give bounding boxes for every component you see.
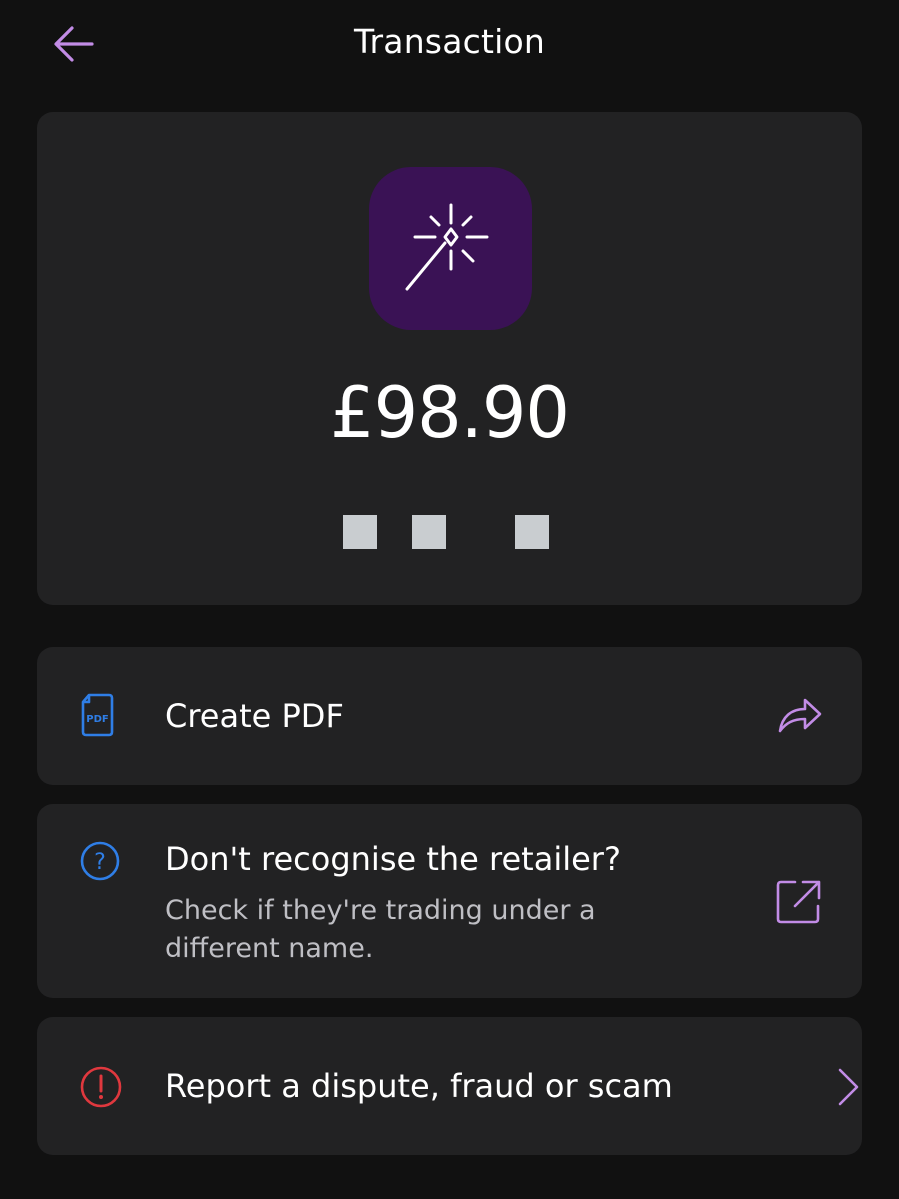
redacted-block bbox=[412, 515, 446, 549]
chevron-right-icon bbox=[837, 1067, 861, 1111]
svg-text:PDF: PDF bbox=[86, 714, 108, 725]
magic-wand-icon bbox=[405, 203, 488, 290]
external-link-icon bbox=[775, 878, 823, 930]
create-pdf-label: Create PDF bbox=[165, 697, 344, 735]
pdf-file-icon: PDF bbox=[79, 693, 119, 741]
alert-circle-icon bbox=[79, 1065, 123, 1113]
transaction-screen: Transaction £98.90 PDF Create PDF ? Don'… bbox=[0, 0, 899, 1199]
check-retailer-button[interactable]: ? Don't recognise the retailer? Check if… bbox=[37, 804, 862, 998]
retailer-question-label: Don't recognise the retailer? bbox=[165, 840, 621, 878]
report-dispute-button[interactable]: Report a dispute, fraud or scam bbox=[37, 1017, 862, 1155]
report-dispute-label: Report a dispute, fraud or scam bbox=[165, 1067, 673, 1105]
redacted-block bbox=[343, 515, 377, 549]
create-pdf-button[interactable]: PDF Create PDF bbox=[37, 647, 862, 785]
header: Transaction bbox=[0, 0, 899, 92]
transaction-amount: £98.90 bbox=[330, 372, 570, 454]
share-icon bbox=[777, 697, 823, 739]
question-circle-icon: ? bbox=[79, 840, 121, 886]
svg-text:?: ? bbox=[94, 850, 106, 875]
redacted-block bbox=[515, 515, 549, 549]
page-title: Transaction bbox=[354, 22, 545, 61]
merchant-logo bbox=[369, 167, 532, 330]
retailer-help-text: Check if they're trading under a differe… bbox=[165, 895, 596, 964]
